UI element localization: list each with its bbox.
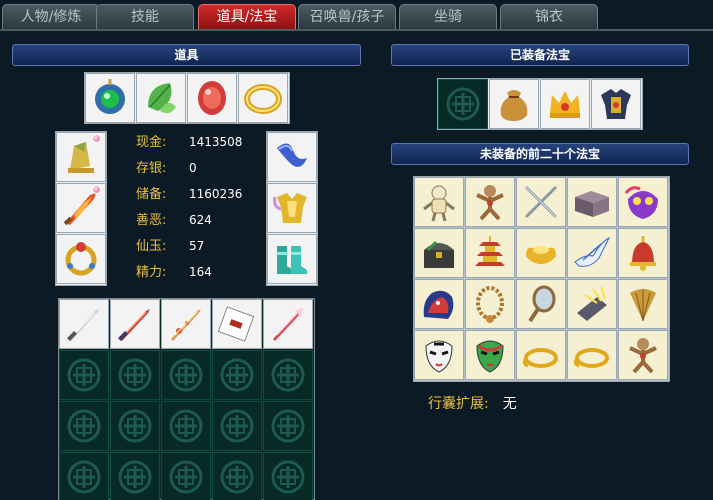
spiral-emblem-icon[interactable] (212, 452, 262, 500)
spiral-emblem-icon[interactable] (161, 350, 211, 400)
tab-bar: 人物/修炼 技能 道具/法宝 召唤兽/孩子 坐骑 锦衣 (0, 0, 713, 32)
wooden-figure-icon[interactable] (465, 177, 515, 227)
spiral-emblem-icon[interactable] (212, 401, 262, 451)
tab-pets-children[interactable]: 召唤兽/孩子 (298, 4, 396, 29)
spiral-emblem-icon[interactable] (263, 350, 313, 400)
stat-cash: 现金: 1413508 (136, 135, 243, 150)
bag-expansion-value: 无 (502, 396, 517, 412)
gold-ingot-icon[interactable] (516, 228, 566, 278)
opera-mask-white-icon[interactable] (414, 330, 464, 380)
money-bag-icon[interactable] (489, 79, 539, 129)
bag-expansion-label: 行囊扩展: (428, 396, 489, 412)
hand-mirror-icon[interactable] (516, 279, 566, 329)
spiral-emblem-icon[interactable] (59, 401, 109, 451)
spiral-emblem-icon[interactable] (110, 452, 160, 500)
gold-crown-icon[interactable] (540, 79, 590, 129)
enhancement-dot (92, 134, 101, 143)
tab-divider (0, 29, 713, 31)
enhancement-dot (92, 185, 101, 194)
red-blade-icon[interactable] (110, 299, 160, 349)
spiral-emblem-icon[interactable] (263, 452, 313, 500)
equipped-panel-title: 已装备法宝 (391, 44, 689, 66)
red-spear-icon[interactable] (263, 299, 313, 349)
spiral-emblem-icon[interactable] (161, 401, 211, 451)
voodoo-doll-icon[interactable] (414, 177, 464, 227)
scroll-note-icon[interactable] (212, 299, 262, 349)
pagoda-icon[interactable] (465, 228, 515, 278)
ornate-dagger-icon[interactable] (161, 299, 211, 349)
treasure-chest-icon[interactable] (414, 228, 464, 278)
spiral-emblem-icon[interactable] (110, 401, 160, 451)
stat-karma: 善恶: 624 (136, 213, 212, 228)
purple-mask-icon[interactable] (618, 177, 668, 227)
jade-pendant-icon[interactable] (85, 73, 135, 123)
red-bell-icon[interactable] (618, 228, 668, 278)
gold-rope-icon[interactable] (516, 330, 566, 380)
red-gem-icon[interactable] (187, 73, 237, 123)
glowing-slab-icon[interactable] (567, 279, 617, 329)
dark-armor-icon[interactable] (591, 79, 641, 129)
gold-ring-icon[interactable] (56, 234, 106, 284)
opera-mask-green-icon[interactable] (465, 330, 515, 380)
bag-expansion: 行囊扩展: 无 (428, 394, 517, 414)
teal-boots-icon[interactable] (267, 234, 317, 284)
stat-reserve: 储备: 1160236 (136, 187, 243, 202)
stat-energy: 精力: 164 (136, 265, 212, 280)
items-panel-title: 道具 (12, 44, 361, 66)
spiral-emblem-icon[interactable] (161, 452, 211, 500)
gold-armor-icon[interactable] (267, 183, 317, 233)
spiral-emblem-icon[interactable] (59, 350, 109, 400)
tab-skills[interactable]: 技能 (96, 4, 194, 29)
spiral-emblem-icon[interactable] (438, 79, 488, 129)
blue-ribbon-icon[interactable] (267, 132, 317, 182)
tab-items-treasures[interactable]: 道具/法宝 (198, 4, 296, 29)
spiral-emblem-icon[interactable] (212, 350, 262, 400)
unequipped-panel-title: 未装备的前二十个法宝 (391, 143, 689, 165)
bead-necklace-icon[interactable] (465, 279, 515, 329)
stone-box-icon[interactable] (567, 177, 617, 227)
wooden-figure-icon[interactable] (618, 330, 668, 380)
crossed-swords-icon[interactable] (516, 177, 566, 227)
silver-sword-icon[interactable] (59, 299, 109, 349)
spiral-emblem-icon[interactable] (59, 452, 109, 500)
tab-mounts[interactable]: 坐骑 (399, 4, 497, 29)
stat-jade: 仙玉: 57 (136, 239, 205, 254)
leaf-charm-icon[interactable] (136, 73, 186, 123)
red-lion-icon[interactable] (414, 279, 464, 329)
stat-savings: 存银: 0 (136, 161, 197, 176)
white-bird-icon[interactable] (567, 228, 617, 278)
gold-rope-icon[interactable] (567, 330, 617, 380)
spiral-emblem-icon[interactable] (110, 350, 160, 400)
gold-bracelet-icon[interactable] (238, 73, 288, 123)
feather-fan-icon[interactable] (618, 279, 668, 329)
tab-outfits[interactable]: 锦衣 (500, 4, 598, 29)
tab-character[interactable]: 人物/修炼 (2, 4, 100, 29)
spiral-emblem-icon[interactable] (263, 401, 313, 451)
